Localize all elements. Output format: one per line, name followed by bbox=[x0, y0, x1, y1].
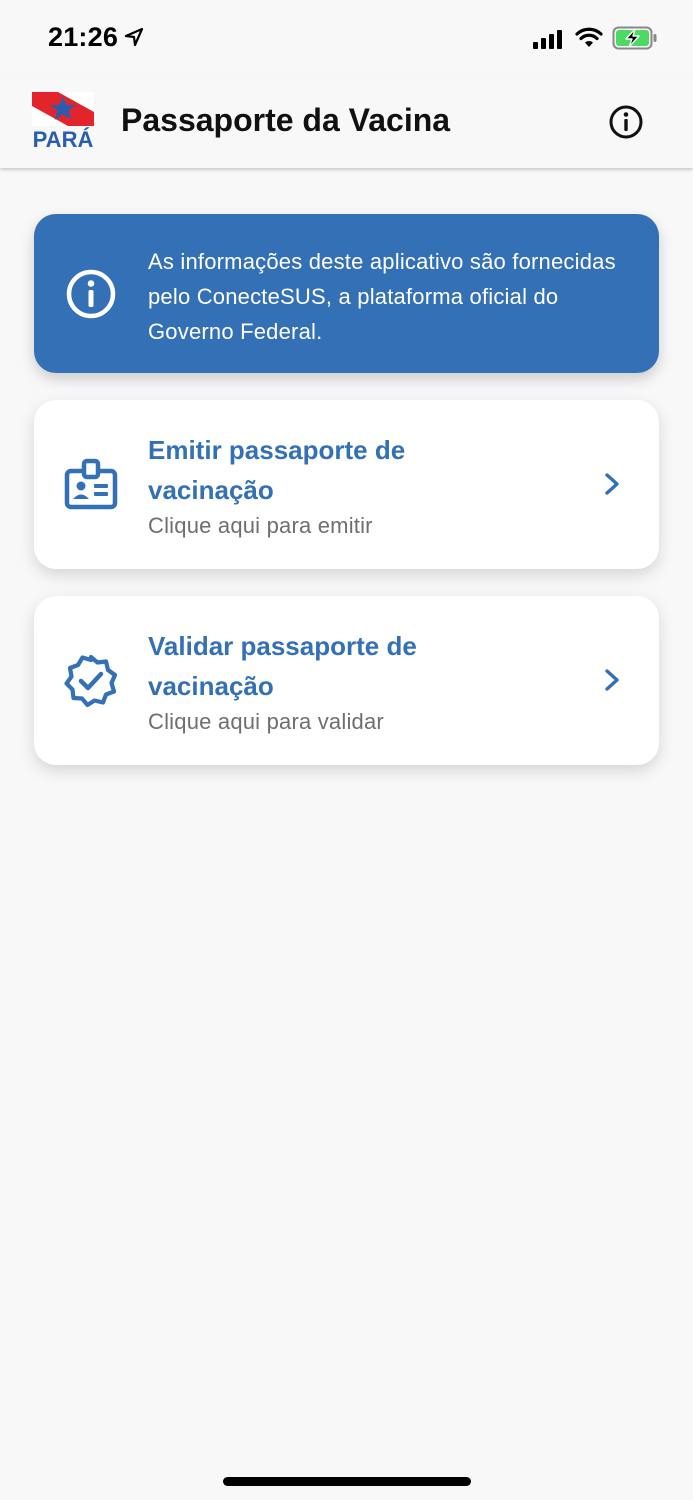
wifi-icon bbox=[575, 27, 603, 47]
emit-passport-title: Emitir passaporte de vacinação bbox=[148, 435, 406, 505]
para-flag-logo: PARÁ bbox=[32, 92, 94, 150]
app-header: PARÁ Passaporte da Vacina bbox=[0, 76, 693, 168]
emit-passport-subtitle: Clique aqui para emitir bbox=[148, 513, 373, 538]
status-time: 21:26 bbox=[48, 22, 119, 52]
info-notice-banner: As informações deste aplicativo são forn… bbox=[34, 214, 659, 373]
validate-passport-title: Validar passaporte de vacinação bbox=[148, 631, 417, 701]
verified-badge-icon bbox=[64, 654, 118, 708]
info-icon[interactable] bbox=[606, 102, 646, 142]
status-bar: 21:26 bbox=[0, 0, 693, 76]
chevron-right-icon bbox=[605, 473, 619, 495]
home-indicator[interactable] bbox=[223, 1477, 471, 1486]
battery-charging-icon bbox=[612, 26, 657, 50]
validate-passport-subtitle: Clique aqui para validar bbox=[148, 709, 384, 734]
info-circle-icon bbox=[66, 269, 116, 319]
location-arrow-icon bbox=[124, 27, 144, 47]
notice-text: As informações deste aplicativo são forn… bbox=[148, 249, 616, 344]
logo-text: PARÁ bbox=[33, 127, 94, 150]
cellular-signal-icon bbox=[533, 30, 562, 49]
emit-passport-card[interactable]: Emitir passaporte de vacinação Clique aq… bbox=[34, 400, 659, 569]
id-badge-icon bbox=[64, 458, 118, 510]
page-title: Passaporte da Vacina bbox=[121, 102, 451, 138]
validate-passport-card[interactable]: Validar passaporte de vacinação Clique a… bbox=[34, 596, 659, 765]
chevron-right-icon bbox=[605, 669, 619, 691]
